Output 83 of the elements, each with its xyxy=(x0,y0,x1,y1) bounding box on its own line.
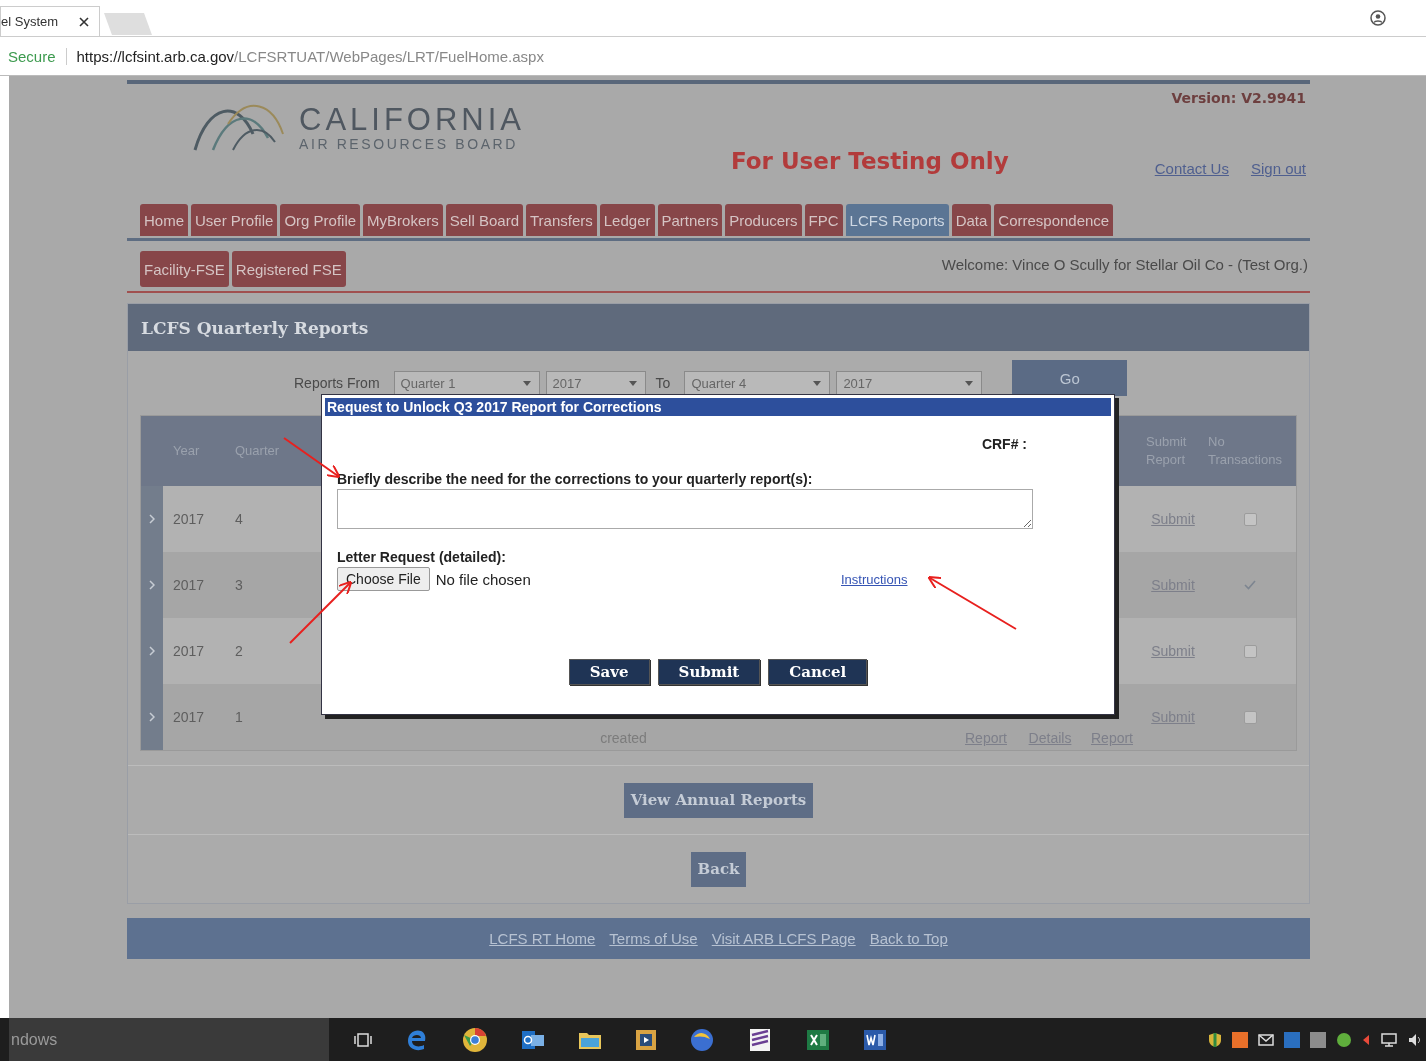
header-link[interactable]: Contact Us xyxy=(1154,160,1229,177)
filter-label: To xyxy=(655,375,671,391)
instructions-link[interactable]: Instructions xyxy=(841,571,908,587)
table-cell-text: 4 xyxy=(234,510,244,529)
expand-chevron-icon[interactable] xyxy=(149,712,155,722)
checkbox[interactable] xyxy=(1243,644,1257,658)
nav-tab[interactable]: Home xyxy=(140,204,188,236)
nav-tab[interactable]: Registered FSE xyxy=(231,251,346,287)
nav-tab[interactable]: Sell Board xyxy=(445,204,523,236)
expand-chevron-icon[interactable] xyxy=(149,580,155,590)
year-dropdown[interactable]: 2017 xyxy=(545,371,646,395)
nav-tab[interactable]: FPC xyxy=(804,204,843,236)
speaker-icon[interactable] xyxy=(1408,1032,1422,1047)
letter-request-label: Letter Request (detailed): xyxy=(337,549,507,565)
nav-tab[interactable]: Data xyxy=(951,204,992,236)
mail-icon[interactable] xyxy=(1258,1033,1274,1046)
media-player-icon[interactable] xyxy=(635,1028,657,1051)
shield-icon[interactable] xyxy=(1208,1031,1222,1048)
word-icon[interactable] xyxy=(863,1027,887,1052)
dialog-title: Request to Unlock Q3 2017 Report for Corrections xyxy=(325,398,1111,416)
document-app-icon[interactable] xyxy=(747,1026,773,1053)
excel-icon[interactable] xyxy=(806,1027,830,1052)
footer-link[interactable]: Back to Top xyxy=(869,930,948,947)
go-button[interactable]: Go xyxy=(1012,360,1128,396)
nav-tab[interactable]: Transfers xyxy=(526,204,597,236)
browser-tab[interactable]: el System xyxy=(0,6,100,36)
table-cell-text: 3 xyxy=(234,576,244,595)
back-button[interactable]: Back xyxy=(690,851,747,887)
file-status: No file chosen xyxy=(435,570,531,588)
quarter-dropdown[interactable]: Quarter 4 xyxy=(684,371,831,395)
globe-app-icon[interactable] xyxy=(690,1027,714,1052)
nav-tab[interactable]: Ledger xyxy=(599,204,655,236)
tray-app-icon[interactable] xyxy=(1232,1031,1248,1048)
table-cell-text: 2017 xyxy=(172,642,206,661)
footer-link[interactable]: Terms of Use xyxy=(609,930,698,947)
tray-app-icon[interactable] xyxy=(1336,1031,1352,1048)
chrome-browser-icon[interactable] xyxy=(462,1026,488,1053)
search-box[interactable]: ndows xyxy=(9,1018,329,1061)
footer-link[interactable]: Visit ARB LCFS Page xyxy=(711,930,856,947)
nav-tab[interactable]: LCFS Reports xyxy=(845,204,949,236)
expand-chevron-icon[interactable] xyxy=(149,646,155,656)
welcome-text: Welcome: Vince O Scully for Stellar Oil Co - (Test Org.) xyxy=(941,255,1308,273)
choose-file-button[interactable]: Choose File xyxy=(337,567,430,591)
checkmark-icon[interactable] xyxy=(1244,580,1256,590)
section-header: LCFS Quarterly Reports xyxy=(128,304,1309,351)
tray-app-icon[interactable] xyxy=(1310,1031,1326,1048)
testing-notice-text: For User Testing Only xyxy=(731,148,1009,174)
nav-tab[interactable]: Partners xyxy=(657,204,723,236)
task-view-icon[interactable] xyxy=(354,1032,372,1047)
dialog-button[interactable]: Submit xyxy=(657,659,761,685)
nav-tab[interactable]: Correspondence xyxy=(994,204,1114,236)
crf-label: CRF# : xyxy=(981,436,1027,452)
footer-link[interactable]: LCFS RT Home xyxy=(489,930,596,947)
nav-tab[interactable]: Facility-FSE xyxy=(140,251,229,287)
dialog-button[interactable]: Cancel xyxy=(768,659,868,685)
filter-label: Reports From xyxy=(294,375,380,391)
secure-label: Secure xyxy=(8,47,67,65)
dialog-button[interactable]: Save xyxy=(568,659,650,685)
logo-subtitle: AIR RESOURCES BOARD xyxy=(299,136,519,152)
quarter-dropdown[interactable]: Quarter 1 xyxy=(393,371,540,395)
profile-icon[interactable] xyxy=(1370,10,1386,26)
logo-title: CALIFORNIA xyxy=(299,104,526,136)
nav-tab[interactable]: Producers xyxy=(725,204,802,236)
caret-icon[interactable] xyxy=(1362,1033,1370,1046)
view-annual-reports-button[interactable]: View Annual Reports xyxy=(623,782,814,818)
expand-chevron-icon[interactable] xyxy=(149,514,155,524)
nav-tab[interactable]: Org Profile xyxy=(280,204,361,236)
table-cell-text: 2 xyxy=(234,642,244,661)
prompt-label: Briefly describe the need for the corrections to your quarterly report(s): xyxy=(337,471,814,487)
nav-tab[interactable]: MyBrokers xyxy=(363,204,443,236)
address-bar[interactable]: https://lcfsint.arb.ca.gov/LCFSRTUAT/WebPages/LRT/FuelHome.aspx xyxy=(76,47,544,65)
version-label: Version: V2.9941 xyxy=(1171,90,1306,106)
table-cell-text: 2017 xyxy=(172,576,206,595)
nav-tab[interactable]: User Profile xyxy=(191,204,278,236)
checkbox[interactable] xyxy=(1243,710,1257,724)
year-dropdown[interactable]: 2017 xyxy=(836,371,983,395)
table-cell-text: 2017 xyxy=(172,708,206,727)
network-icon[interactable] xyxy=(1380,1032,1398,1047)
table-cell-text: 1 xyxy=(234,708,244,727)
header-link[interactable]: Sign out xyxy=(1250,160,1306,177)
table-cell-text: 2017 xyxy=(172,510,206,529)
close-icon[interactable] xyxy=(79,16,89,27)
checkbox[interactable] xyxy=(1243,512,1257,526)
